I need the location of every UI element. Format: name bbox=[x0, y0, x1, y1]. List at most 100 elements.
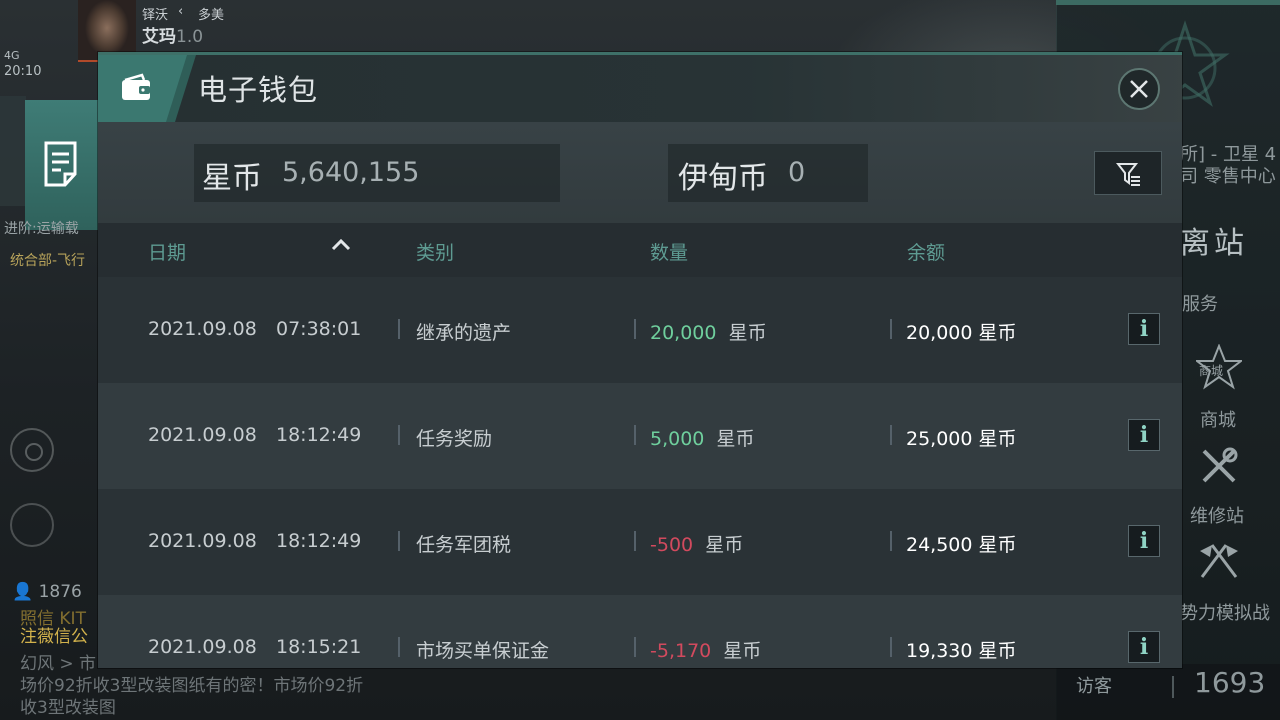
services-heading: 服务 bbox=[1182, 294, 1218, 315]
row-amount-unit: 星币 bbox=[723, 640, 762, 662]
row-amount-value: -5,170 bbox=[650, 640, 712, 662]
faction-sim-button[interactable]: 势力模拟战 bbox=[1180, 599, 1270, 625]
repair-icon[interactable] bbox=[1200, 447, 1238, 485]
left-icon-column bbox=[0, 96, 26, 206]
column-divider bbox=[398, 319, 400, 339]
wallet-header: 电子钱包 bbox=[98, 55, 1182, 122]
player-name: 艾玛1.0 bbox=[142, 22, 203, 47]
column-divider bbox=[890, 531, 892, 551]
column-divider bbox=[890, 319, 892, 339]
shop-button[interactable]: 商城 bbox=[1200, 406, 1236, 432]
row-amount-unit: 星币 bbox=[716, 428, 755, 450]
row-info-button[interactable]: i bbox=[1128, 313, 1160, 345]
column-divider bbox=[634, 319, 636, 339]
row-amount-unit: 星币 bbox=[705, 534, 744, 556]
visitors-count: 1693 bbox=[1194, 666, 1266, 699]
sidebar-task-line: 进阶:运输载 bbox=[4, 221, 79, 237]
document-icon bbox=[44, 141, 77, 187]
star-coin-balance: 星币 5,640,155 bbox=[194, 144, 560, 202]
visitors-bar: 访客 1693 bbox=[1056, 664, 1280, 720]
player-version: 1.0 bbox=[176, 27, 204, 47]
row-category: 任务军团税 bbox=[416, 534, 512, 556]
row-balance: 20,000 星币 bbox=[906, 322, 1017, 344]
table-row: 2021.09.08 18:12:49 任务奖励 5,000 星币 25,000… bbox=[98, 383, 1182, 489]
table-header: 日期 类别 数量 余额 bbox=[98, 223, 1182, 277]
table-row: 2021.09.08 07:38:01 继承的遗产 20,000 星币 20,0… bbox=[98, 277, 1182, 383]
row-time: 07:38:01 bbox=[276, 318, 362, 340]
row-date: 2021.09.08 bbox=[148, 530, 257, 552]
online-count-row: 👤 1876 bbox=[12, 582, 82, 602]
location-a: 铎沃 bbox=[142, 8, 169, 23]
chat-line-2: 注薇信公 bbox=[20, 627, 88, 647]
close-button[interactable] bbox=[1118, 68, 1160, 110]
row-time: 18:12:49 bbox=[276, 424, 362, 446]
row-amount: 20,000 星币 bbox=[650, 318, 767, 345]
wallet-icon bbox=[122, 73, 150, 100]
row-balance: 24,500 星币 bbox=[906, 534, 1017, 556]
row-date: 2021.09.08 bbox=[148, 424, 257, 446]
row-category: 继承的遗产 bbox=[416, 322, 512, 344]
sort-ascending-icon[interactable] bbox=[330, 237, 352, 253]
location-b: 多美 bbox=[198, 8, 225, 23]
row-amount-value: -500 bbox=[650, 534, 694, 556]
table-row: 2021.09.08 18:12:49 任务军团税 -500 星币 24,500… bbox=[98, 489, 1182, 595]
station-name-line2: 司 零售中心 bbox=[1180, 166, 1276, 187]
close-icon bbox=[1130, 80, 1148, 98]
row-category: 任务奖励 bbox=[416, 428, 493, 450]
visitors-label: 访客 bbox=[1076, 676, 1112, 697]
row-amount-value: 20,000 bbox=[650, 322, 717, 344]
column-divider bbox=[890, 637, 892, 657]
eden-coin-label: 伊甸币 bbox=[678, 161, 768, 196]
player-name-text: 艾玛 bbox=[142, 27, 176, 47]
filter-button[interactable] bbox=[1094, 151, 1162, 195]
crossed-flags-icon[interactable] bbox=[1196, 543, 1242, 579]
row-info-button[interactable]: i bbox=[1128, 525, 1160, 557]
col-balance: 余额 bbox=[907, 242, 946, 264]
row-info-button[interactable]: i bbox=[1128, 419, 1160, 451]
left-tab-wallet[interactable] bbox=[25, 100, 99, 230]
online-count: 1876 bbox=[38, 582, 82, 602]
table-row: 2021.09.08 18:15:21 市场买单保证金 -5,170 星币 19… bbox=[98, 595, 1182, 668]
user-icon: 👤 bbox=[12, 582, 34, 602]
column-divider bbox=[634, 425, 636, 445]
visitors-divider bbox=[1172, 676, 1174, 698]
row-date: 2021.09.08 bbox=[148, 636, 257, 658]
eden-coin-balance: 伊甸币 0 bbox=[668, 144, 868, 202]
column-divider bbox=[634, 637, 636, 657]
column-divider bbox=[398, 531, 400, 551]
row-amount-unit: 星币 bbox=[728, 322, 767, 344]
column-divider bbox=[398, 425, 400, 445]
row-time: 18:15:21 bbox=[276, 636, 362, 658]
target-icon[interactable] bbox=[10, 428, 54, 472]
row-time: 18:12:49 bbox=[276, 530, 362, 552]
location-separator-icon: ‹ bbox=[178, 4, 184, 19]
currency-summary: 星币 5,640,155 伊甸币 0 bbox=[98, 122, 1182, 223]
star-coin-label: 星币 bbox=[202, 161, 262, 196]
row-amount-value: 5,000 bbox=[650, 428, 705, 450]
row-balance: 19,330 星币 bbox=[906, 640, 1017, 662]
signal-indicator: 4G bbox=[4, 49, 20, 62]
column-divider bbox=[890, 425, 892, 445]
filter-icon bbox=[1116, 163, 1140, 186]
contacts-icon[interactable] bbox=[10, 503, 54, 547]
col-amount: 数量 bbox=[650, 242, 689, 264]
row-balance: 25,000 星币 bbox=[906, 428, 1017, 450]
undock-button[interactable]: 离站 bbox=[1180, 218, 1248, 262]
column-divider bbox=[634, 531, 636, 551]
col-date[interactable]: 日期 bbox=[148, 238, 186, 265]
device-status: 4G 20:10 bbox=[0, 48, 44, 84]
row-info-button[interactable]: i bbox=[1128, 631, 1160, 663]
star-coin-value: 5,640,155 bbox=[282, 157, 420, 188]
row-amount: 5,000 星币 bbox=[650, 424, 755, 451]
row-date: 2021.09.08 bbox=[148, 318, 257, 340]
chat-line-5: 收3型改装图 bbox=[20, 698, 116, 718]
sidebar-corp-line: 统合部-飞行 bbox=[10, 253, 86, 269]
column-divider bbox=[398, 637, 400, 657]
wallet-panel: 电子钱包 星币 5,640,155 伊甸币 0 日期 类别 数量 余额 2021… bbox=[98, 52, 1182, 668]
wallet-title: 电子钱包 bbox=[198, 73, 319, 107]
col-category: 类别 bbox=[416, 242, 455, 264]
row-category: 市场买单保证金 bbox=[416, 640, 550, 662]
clock: 20:10 bbox=[4, 64, 42, 79]
repair-station-button[interactable]: 维修站 bbox=[1190, 502, 1244, 528]
eden-coin-value: 0 bbox=[788, 157, 806, 188]
